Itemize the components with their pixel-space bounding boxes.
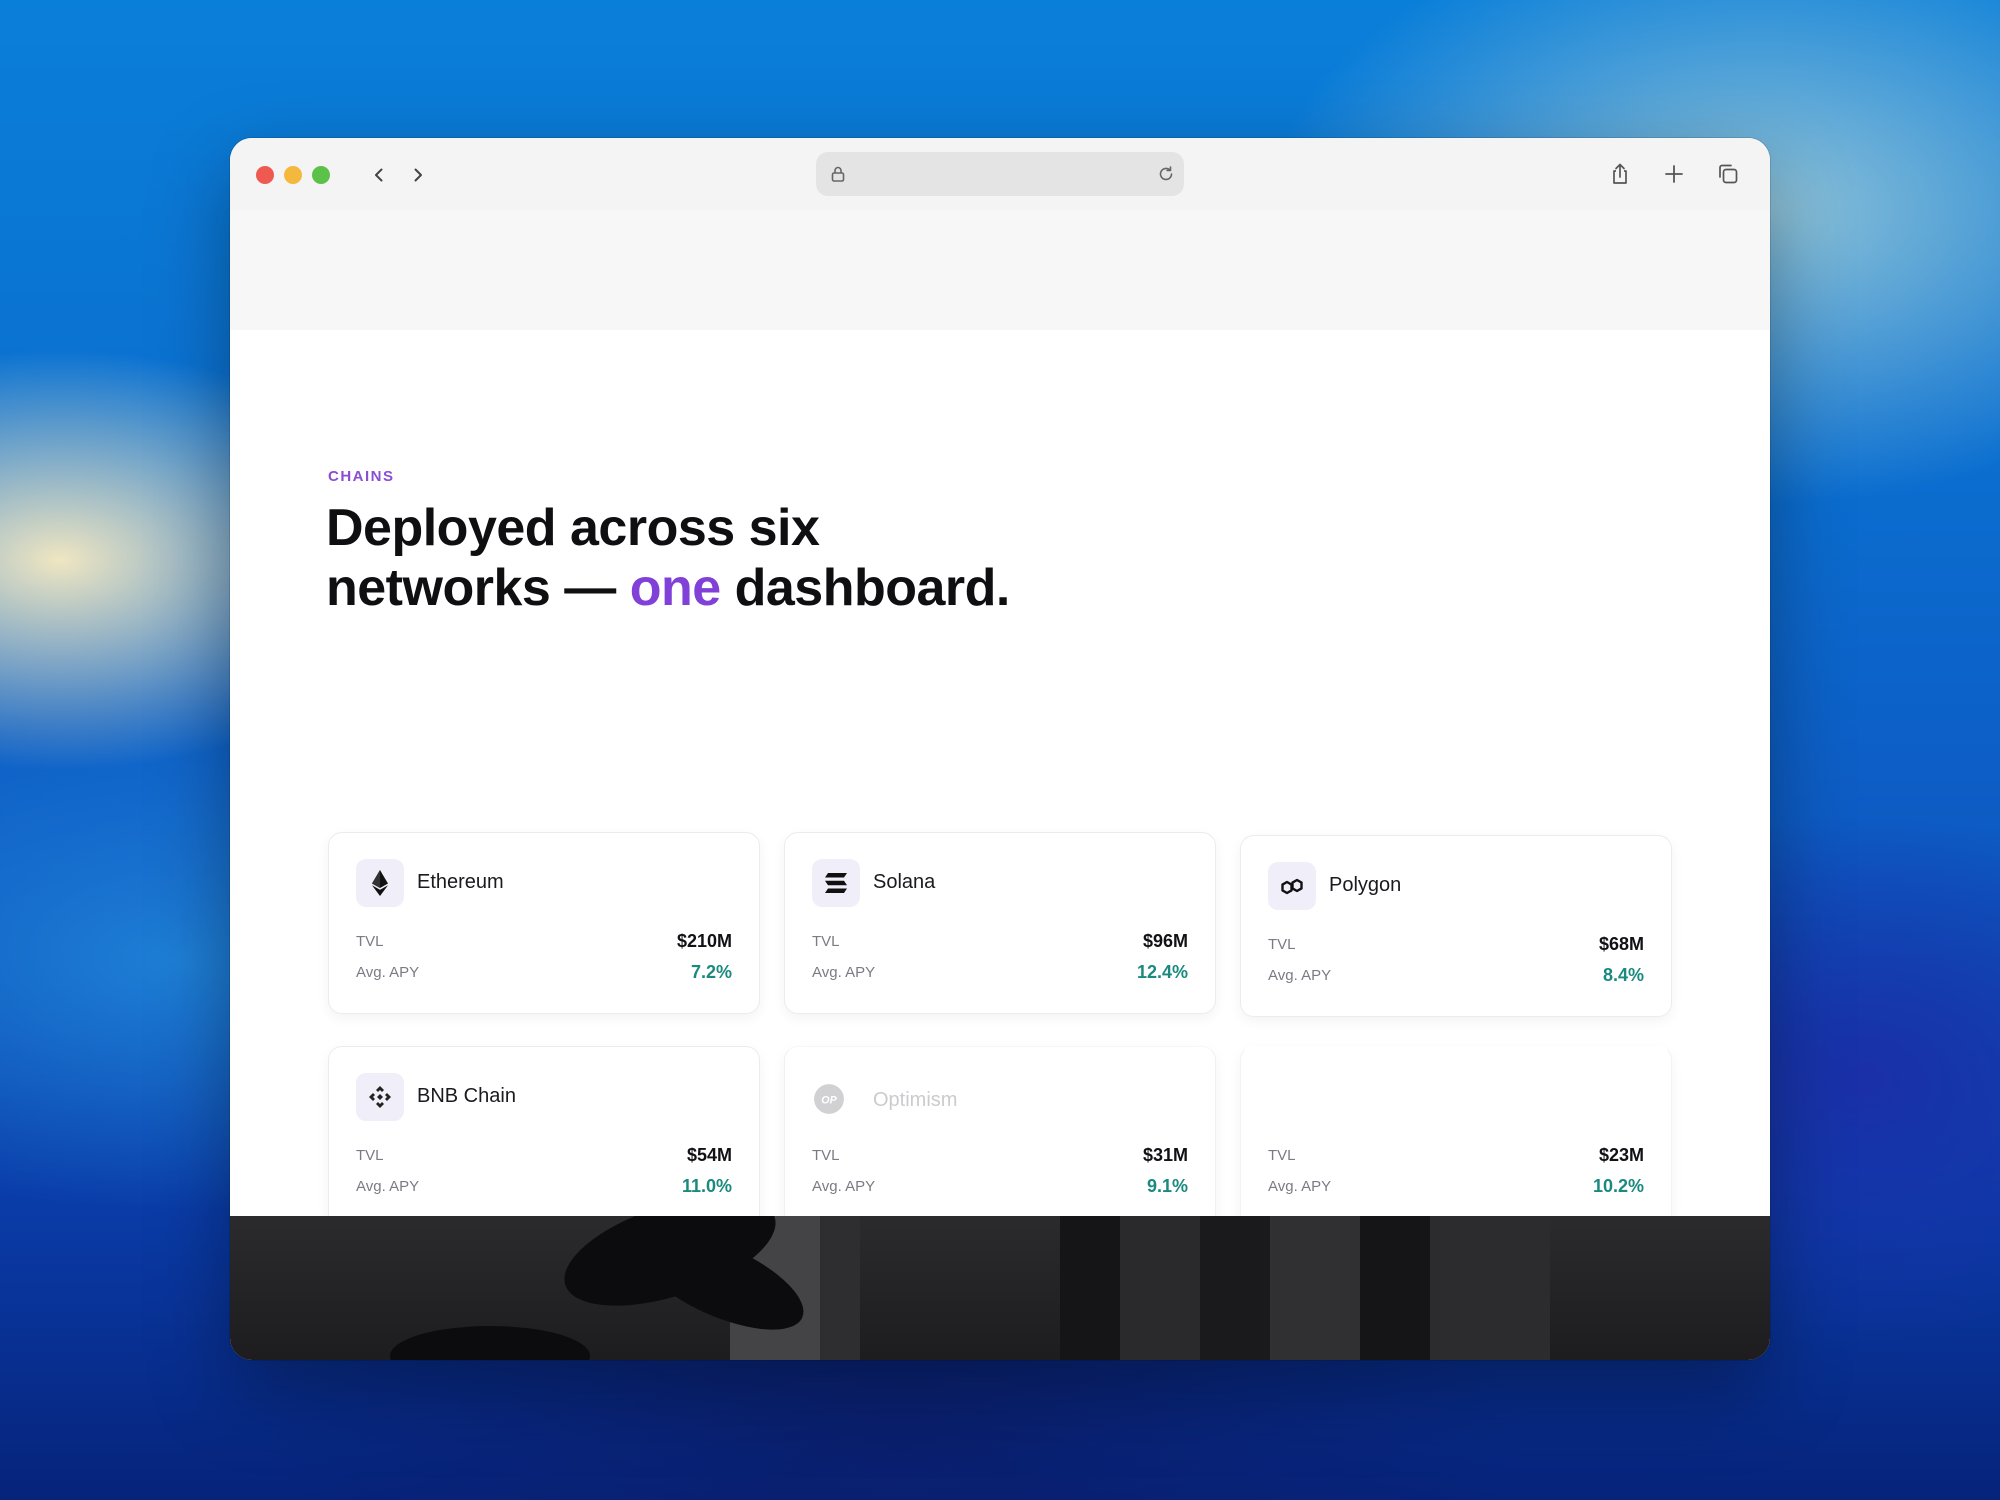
tabs-overview-button[interactable] [1712, 158, 1744, 190]
tvl-label: TVL [356, 933, 384, 950]
tvl-value: $31M [1142, 1145, 1188, 1165]
back-button[interactable] [364, 160, 394, 190]
section-eyebrow: CHAINS [328, 468, 395, 485]
headline-accent: one [629, 559, 721, 617]
chain-name: Polygon [1329, 874, 1402, 896]
section-headline: Deployed across six networks — one dashbo… [326, 498, 1146, 618]
apy-value: 11.0% [681, 1176, 732, 1196]
reload-icon[interactable] [1156, 164, 1176, 184]
chain-card-bnb[interactable]: BNB Chain TVL $54M Avg. APY 11.0% [328, 1046, 760, 1228]
tvl-label: TVL [1268, 1147, 1296, 1164]
lock-icon [831, 166, 845, 182]
minimize-window-button[interactable] [284, 166, 302, 184]
browser-toolbar [230, 138, 1770, 210]
tvl-label: TVL [356, 1147, 384, 1164]
tvl-value: $68M [1598, 934, 1644, 954]
headline-line-2-pre: networks — [326, 559, 630, 617]
plus-icon [1665, 165, 1683, 183]
headline-line-2-post: dashboard. [720, 559, 1011, 617]
chain-name: BNB Chain [417, 1085, 516, 1107]
chain-name: Ethereum [417, 871, 504, 893]
tvl-value: $96M [1142, 931, 1188, 951]
share-icon [1613, 163, 1627, 184]
chain-card-optimism[interactable]: OP Optimism TVL $31M Avg. APY 9.1% [784, 1046, 1216, 1228]
chain-card-ethereum[interactable]: Ethereum TVL $210M Avg. APY 7.2% [328, 832, 760, 1014]
apy-value: 12.4% [1136, 962, 1188, 982]
chain-card-polygon[interactable]: Polygon TVL $68M Avg. APY 8.4% [1240, 835, 1672, 1017]
headline-line-1: Deployed across six [326, 499, 820, 557]
tvl-label: TVL [812, 933, 840, 950]
polygon-icon [1268, 862, 1316, 910]
tvl-label: TVL [812, 1147, 840, 1164]
tabs-icon [1719, 164, 1738, 184]
page-header-band [230, 210, 1770, 330]
apy-label: Avg. APY [812, 964, 876, 981]
chevron-right-icon [414, 168, 422, 182]
share-button[interactable] [1604, 158, 1636, 190]
apy-value: 9.1% [1146, 1176, 1188, 1196]
browser-window: CHAINS Deployed across six networks — one… [230, 138, 1770, 1360]
chain-name: Optimism [873, 1089, 958, 1111]
new-tab-button[interactable] [1658, 158, 1690, 190]
apy-value: 7.2% [690, 962, 732, 982]
apy-label: Avg. APY [356, 1178, 420, 1195]
apy-value: 8.4% [1602, 965, 1644, 985]
chain-name: Solana [873, 871, 936, 893]
zoom-window-button[interactable] [312, 166, 330, 184]
apy-label: Avg. APY [1268, 1178, 1332, 1195]
tvl-value: $54M [686, 1145, 732, 1165]
chains-section: CHAINS Deployed across six networks — one… [230, 330, 1770, 1228]
close-window-button[interactable] [256, 166, 274, 184]
chevron-left-icon [375, 168, 383, 182]
chain-card-solana[interactable]: Solana TVL $96M Avg. APY 12.4% [784, 832, 1216, 1014]
hero-photo-band [230, 1216, 1770, 1360]
forward-button[interactable] [403, 160, 433, 190]
apy-label: Avg. APY [812, 1178, 876, 1195]
tvl-value: $210M [676, 931, 732, 951]
apy-value: 10.2% [1592, 1176, 1644, 1196]
ethereum-icon [356, 859, 404, 907]
apy-label: Avg. APY [1268, 967, 1332, 984]
svg-text:OP: OP [821, 1094, 837, 1106]
tvl-value: $23M [1598, 1145, 1644, 1165]
chain-card-6[interactable]: TVL $23M Avg. APY 10.2% [1240, 1046, 1672, 1228]
apy-label: Avg. APY [356, 964, 420, 981]
optimism-icon: OP [809, 1079, 849, 1119]
tvl-label: TVL [1268, 936, 1296, 953]
address-bar[interactable] [816, 152, 1184, 196]
bnb-icon [356, 1073, 404, 1121]
solana-icon [812, 859, 860, 907]
